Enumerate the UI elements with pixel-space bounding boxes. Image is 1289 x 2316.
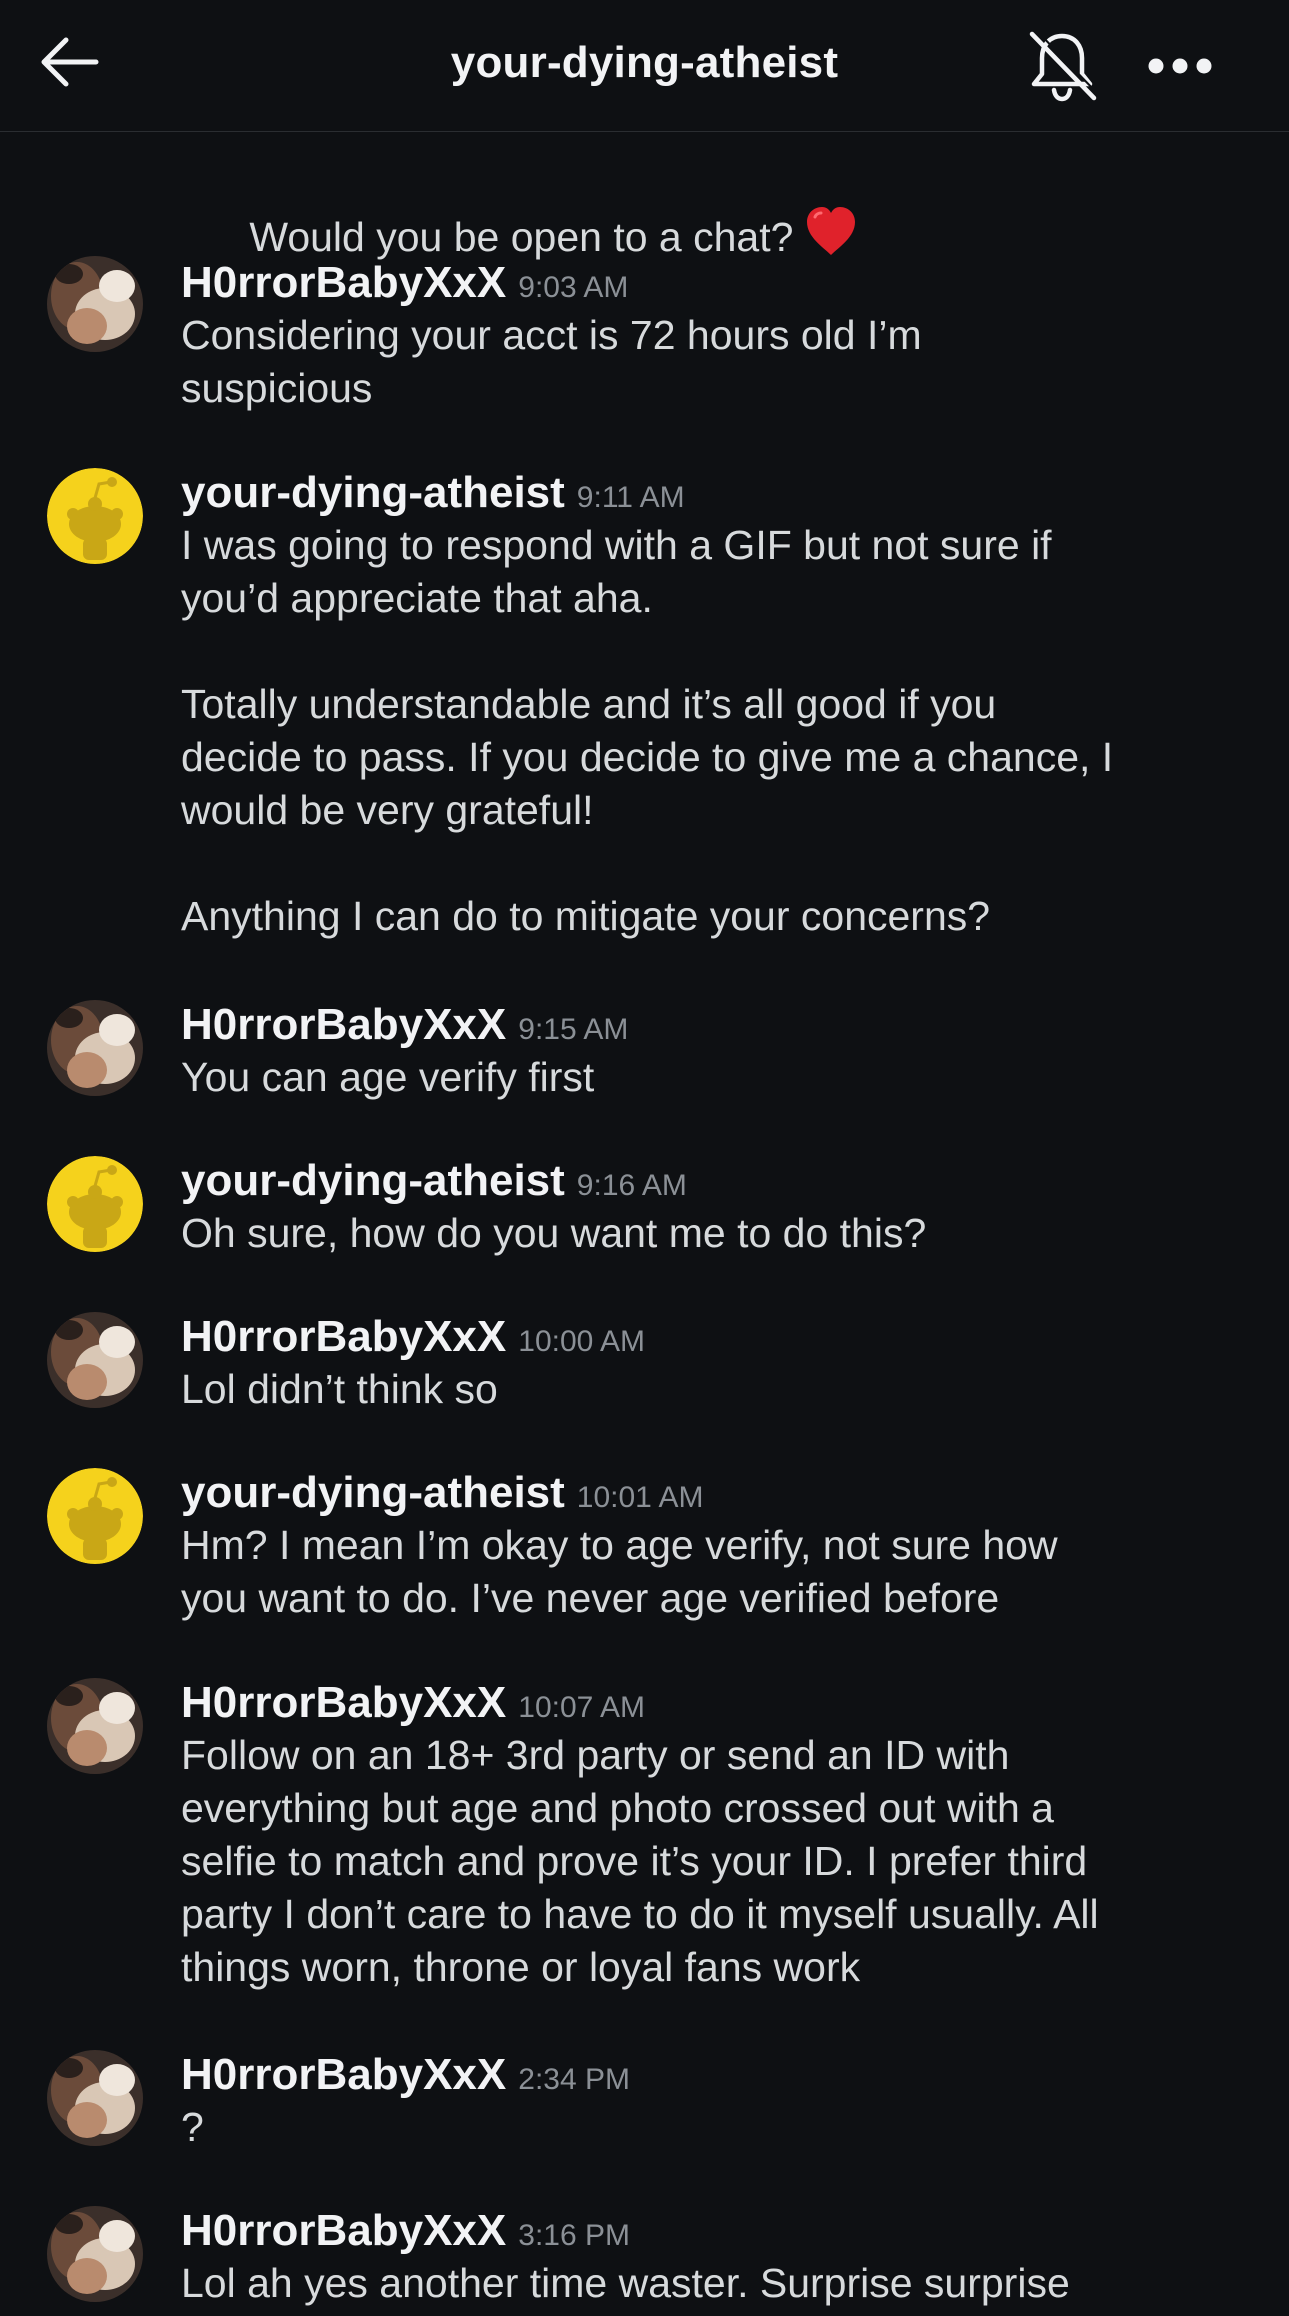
message-header: your-dying-atheist 10:01 AM <box>181 1468 704 1518</box>
message-header: H0rrorBabyXxX 9:03 AM <box>181 258 628 308</box>
more-horizontal-icon <box>1148 58 1212 74</box>
timestamp: 9:15 AM <box>518 1013 629 1046</box>
message-header: H0rrorBabyXxX 10:07 AM <box>181 1678 645 1728</box>
author-name[interactable]: H0rrorBabyXxX <box>181 2206 506 2255</box>
message-text-content: Would you be open to a chat? <box>249 214 794 260</box>
timestamp: 10:01 AM <box>576 1481 704 1514</box>
timestamp: 3:16 PM <box>518 2219 630 2252</box>
message-text: Oh sure, how do you want me to do this? <box>181 1210 927 1256</box>
user-photo-avatar[interactable] <box>47 1312 143 1408</box>
timestamp: 9:11 AM <box>576 481 685 514</box>
message-text: Considering your acct is 72 hours old I’… <box>181 312 922 411</box>
snoo-avatar[interactable] <box>47 1156 143 1252</box>
message-header: H0rrorBabyXxX 9:15 AM <box>181 1000 628 1050</box>
message-header: your-dying-atheist 9:16 AM <box>181 1156 687 1206</box>
message-text: Follow on an 18+ 3rd party or send an ID… <box>181 1732 1099 1990</box>
red-heart-icon <box>803 205 859 270</box>
author-name[interactable]: H0rrorBabyXxX <box>181 258 506 307</box>
timestamp: 10:00 AM <box>518 1325 646 1358</box>
message-header: your-dying-atheist 9:11 AM <box>181 468 685 518</box>
message-text: Lol ah yes another time waster. Surprise… <box>181 2260 1070 2306</box>
timestamp: 9:16 AM <box>576 1169 687 1202</box>
mute-notifications-button[interactable] <box>1020 24 1104 108</box>
message-text: Hm? I mean I’m okay to age verify, not s… <box>181 1522 1058 1621</box>
user-photo-avatar[interactable] <box>47 1000 143 1096</box>
message-text: Lol didn’t think so <box>181 1366 498 1412</box>
user-photo-avatar[interactable] <box>47 2206 143 2302</box>
author-name[interactable]: H0rrorBabyXxX <box>181 2050 506 2099</box>
timestamp: 10:07 AM <box>518 1691 646 1724</box>
message-text: I was going to respond with a GIF but no… <box>181 522 1114 939</box>
more-options-button[interactable] <box>1140 38 1220 94</box>
message-header: H0rrorBabyXxX 2:34 PM <box>181 2050 630 2100</box>
user-photo-avatar[interactable] <box>47 2050 143 2146</box>
chat-header: your-dying-atheist <box>0 0 1289 132</box>
timestamp: 9:03 AM <box>518 271 629 304</box>
user-photo-avatar[interactable] <box>47 1678 143 1774</box>
bell-off-icon <box>1029 29 1099 102</box>
author-name[interactable]: your-dying-atheist <box>181 468 565 517</box>
author-name[interactable]: your-dying-atheist <box>181 1468 565 1517</box>
author-name[interactable]: H0rrorBabyXxX <box>181 1312 506 1361</box>
message-text: You can age verify first <box>181 1054 595 1100</box>
timestamp: 2:34 PM <box>518 2063 630 2096</box>
author-name[interactable]: your-dying-atheist <box>181 1156 565 1205</box>
author-name[interactable]: H0rrorBabyXxX <box>181 1678 506 1727</box>
snoo-avatar[interactable] <box>47 1468 143 1564</box>
message-header: H0rrorBabyXxX 10:00 AM <box>181 1312 645 1362</box>
user-photo-avatar[interactable] <box>47 256 143 352</box>
message-header: H0rrorBabyXxX 3:16 PM <box>181 2206 630 2256</box>
author-name[interactable]: H0rrorBabyXxX <box>181 1000 506 1049</box>
message-text: ? <box>181 2104 204 2150</box>
snoo-avatar[interactable] <box>47 468 143 564</box>
